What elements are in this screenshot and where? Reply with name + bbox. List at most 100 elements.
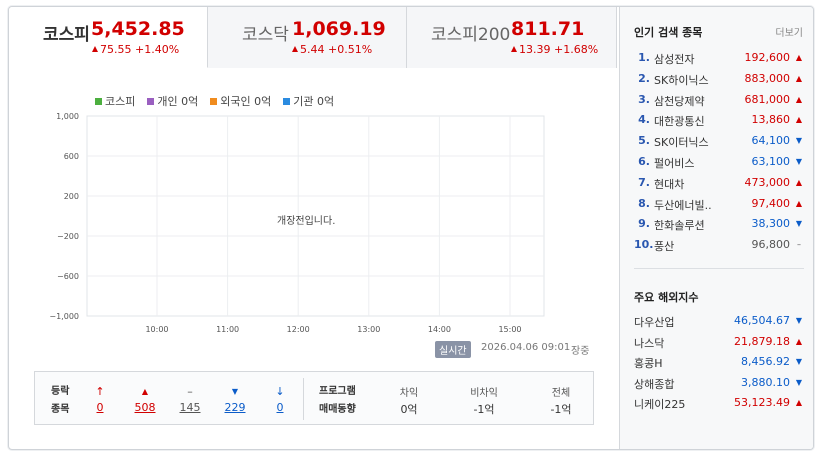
rank-number: 10.: [634, 238, 654, 252]
tab-change-text: 75.55 +1.40%: [100, 43, 180, 56]
stock-price: 883,000: [744, 71, 791, 85]
upper-limit-count[interactable]: 0: [80, 401, 120, 414]
rise-count[interactable]: 508: [125, 401, 165, 414]
lower-limit-count[interactable]: 0: [260, 401, 300, 414]
stock-name: 펄어비스: [654, 157, 695, 170]
index-name: 다우산업: [634, 316, 675, 329]
x-tick-label: 13:00: [357, 325, 380, 334]
overseas-item[interactable]: 홍콩H 8,456.92 ▼: [620, 352, 813, 372]
breadth-label-2: 종목: [51, 404, 70, 415]
down-triangle-icon: ▼: [795, 136, 803, 146]
x-tick-label: 12:00: [287, 325, 310, 334]
overseas-item[interactable]: 상해종합 3,880.10 ▼: [620, 373, 813, 393]
program-arbitrage-value: 0억: [400, 403, 418, 416]
fall-count[interactable]: 229: [215, 401, 255, 414]
up-triangle-icon: ▲: [795, 336, 803, 346]
down-triangle-icon: ▼: [795, 316, 803, 325]
up-triangle-icon: [511, 46, 517, 52]
up-triangle-icon: ▲: [795, 198, 803, 208]
up-triangle-icon: ▲: [795, 398, 803, 408]
flat-dash-icon: –: [797, 240, 801, 250]
tab-change-text: 13.39 +1.68%: [519, 43, 599, 56]
tab-value: 811.71: [511, 18, 585, 40]
stock-price: 97,400: [751, 196, 791, 210]
down-triangle-icon: ▼: [795, 219, 803, 229]
flat-count[interactable]: 145: [170, 401, 210, 414]
tab-kosdaq[interactable]: 코스닥 1,069.19 5.44 +0.51%: [208, 7, 407, 68]
x-tick-label: 14:00: [428, 325, 451, 334]
lower-limit-icon: ↓: [275, 385, 285, 398]
rank-number: 9.: [638, 217, 650, 231]
index-name: 나스닥: [634, 336, 665, 350]
tab-value: 1,069.19: [292, 18, 386, 40]
tab-kospi[interactable]: 코스피 5,452.85 75.55 +1.40%: [9, 7, 208, 68]
realtime-badge: 실시간: [435, 341, 471, 358]
upper-limit-icon: ↑: [95, 385, 105, 398]
fall-icon: ▼: [231, 387, 239, 396]
x-tick-label: 10:00: [145, 325, 168, 334]
more-link[interactable]: 더보기: [775, 24, 803, 39]
popular-item[interactable]: 1. 삼성전자 192,600 ▲: [620, 48, 813, 68]
y-tick-label: 1,000: [56, 112, 79, 121]
index-value: 46,504.67: [734, 314, 790, 327]
investor-flow-chart: 1,000 600 200 −200 −600 −1,000 10:00 11:00 12:00…: [49, 112, 545, 334]
tab-kospi200[interactable]: 코스피200 811.71 13.39 +1.68%: [407, 7, 617, 68]
program-total-value: -1억: [550, 403, 572, 416]
x-tick-label: 11:00: [216, 325, 239, 334]
flat-icon: –: [187, 385, 193, 398]
popular-item[interactable]: 8. 두산에너빌.. 97,400 ▲: [620, 194, 813, 214]
index-name: 홍콩H: [634, 357, 663, 371]
index-value: 53,123.49: [734, 396, 790, 410]
program-nonarbitrage-value: -1억: [473, 403, 495, 416]
legend-swatch: [283, 97, 291, 105]
tab-change: 13.39 +1.68%: [511, 43, 598, 56]
x-tick-label: 15:00: [498, 325, 521, 334]
rank-number: 7.: [638, 175, 650, 189]
stock-price: 63,100: [751, 155, 791, 168]
popular-item[interactable]: 7. 현대차 473,000 ▲: [620, 173, 813, 193]
market-widget: 코스피 5,452.85 75.55 +1.40% 코스닥 1,069.19 5…: [8, 6, 814, 450]
up-triangle-icon: ▲: [795, 177, 803, 187]
stock-price: 96,800: [751, 238, 791, 252]
popular-item[interactable]: 2. SK하이닉스 883,000 ▲: [620, 69, 813, 89]
stock-name: 대한광통신: [654, 115, 705, 129]
popular-item[interactable]: 9. 한화솔루션 38,300 ▼: [620, 214, 813, 234]
tab-value: 5,452.85: [91, 18, 185, 40]
popular-item[interactable]: 4. 대한광통신 13,860 ▲: [620, 110, 813, 130]
rank-number: 1.: [638, 51, 650, 64]
program-total-head: 전체: [551, 388, 571, 399]
up-triangle-icon: [92, 46, 98, 52]
divider: [634, 268, 804, 269]
program-label-2: 매매동향: [319, 404, 356, 415]
program-arbitrage-head: 차익: [399, 388, 419, 399]
popular-item[interactable]: 10. 풍산 96,800–: [620, 235, 813, 255]
rank-number: 4.: [638, 113, 650, 127]
overseas-item[interactable]: 니케이225 53,123.49 ▲: [620, 393, 813, 413]
down-triangle-icon: ▼: [795, 157, 803, 166]
y-tick-label: −200: [57, 232, 79, 241]
stock-name: 삼성전자: [654, 53, 695, 66]
index-name: 상해종합: [634, 377, 675, 391]
overseas-item[interactable]: 다우산업 46,504.67 ▼: [620, 311, 813, 331]
tab-change: 5.44 +0.51%: [292, 43, 372, 56]
popular-item[interactable]: 3. 삼천당제약 681,000 ▲: [620, 90, 813, 110]
y-tick-label: −1,000: [49, 312, 79, 321]
legend-swatch: [210, 97, 218, 105]
rank-number: 2.: [638, 71, 650, 85]
side-panel: 인기 검색 종목 더보기 1. 삼성전자 192,600 ▲ 2. SK하이닉스 883,0…: [619, 7, 813, 449]
program-nonarbitrage-head: 비차익: [470, 388, 498, 399]
popular-item[interactable]: 6. 펄어비스 63,100 ▼: [620, 152, 813, 172]
tab-name: 코스피200: [431, 25, 511, 45]
stock-name: 삼천당제약: [654, 94, 705, 108]
chart-message: 개장전입니다.: [277, 216, 336, 227]
popular-item[interactable]: 5. SK이터닉스 64,100 ▼: [620, 131, 813, 151]
stock-price: 13,860: [751, 113, 791, 127]
down-triangle-icon: ▼: [795, 377, 803, 387]
y-tick-label: −600: [57, 272, 79, 281]
stock-name: SK하이닉스: [654, 73, 709, 87]
overseas-item[interactable]: 나스닥 21,879.18 ▲: [620, 332, 813, 352]
rank-number: 8.: [638, 196, 650, 210]
market-state: 장중: [571, 346, 590, 357]
index-name: 니케이225: [634, 398, 686, 412]
legend-swatch: [95, 97, 102, 105]
